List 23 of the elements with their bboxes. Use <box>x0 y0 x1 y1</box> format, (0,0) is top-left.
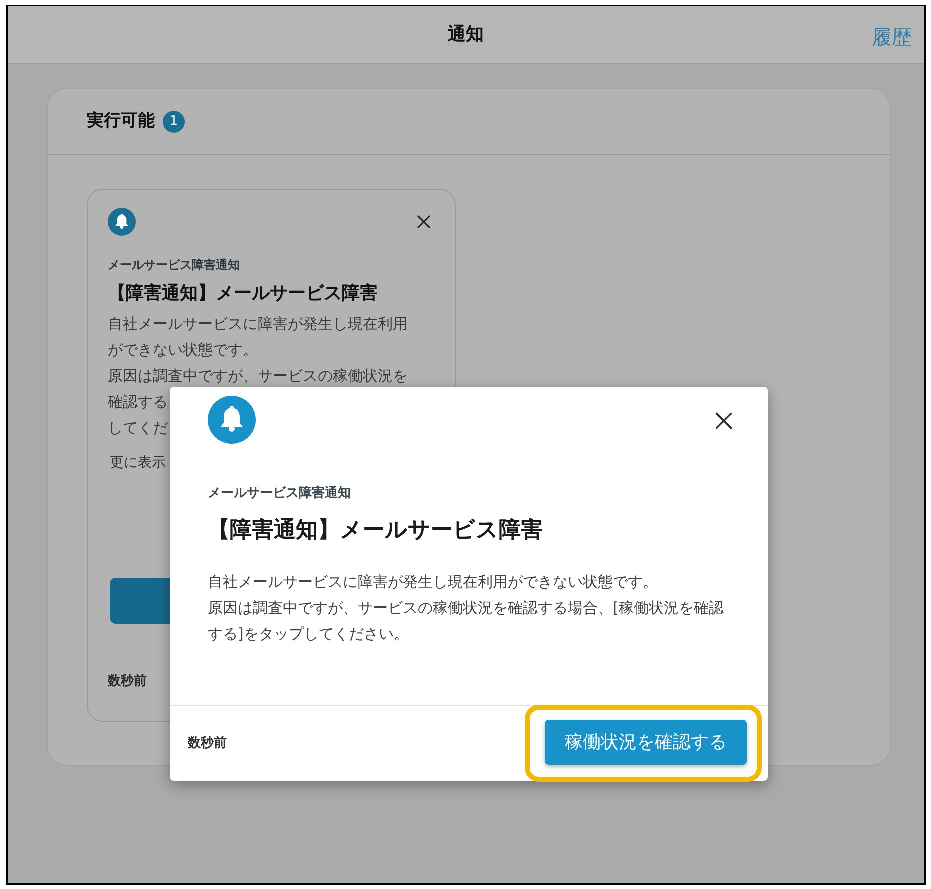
notification-title: 【障害通知】メールサービス障害 <box>108 282 379 306</box>
more-link[interactable]: 更に表示 <box>110 453 166 474</box>
confirm-status-button[interactable]: 稼働状況を確認する <box>545 720 747 765</box>
bell-icon <box>108 208 136 236</box>
close-button[interactable] <box>715 412 733 430</box>
dialog-message: 自社メールサービスに障害が発生し現在利用ができない状態です。 <box>208 572 659 592</box>
timestamp: 数秒前 <box>108 673 148 691</box>
page-title: 通知 <box>448 23 484 47</box>
body-text: してくだ <box>108 418 168 439</box>
bell-icon <box>208 396 256 444</box>
body-text: ができない状態です。 <box>108 340 258 361</box>
dialog-message: 原因は調査中ですが、サービスの稼働状況を確認する場合、[稼働状況を確認する]をタップしてください。 <box>208 598 725 644</box>
body-text: 自社メールサービスに障害が発生し現在利用 <box>108 314 408 335</box>
notification-category: メールサービス障害通知 <box>108 257 241 274</box>
count-badge: 1 <box>163 110 185 132</box>
section-title: 実行可能 <box>87 110 155 133</box>
timestamp: 数秒前 <box>188 734 227 753</box>
body-text: 確認する <box>108 392 168 413</box>
body-text: 原因は調査中ですが、サービスの稼働状況を <box>108 366 408 387</box>
close-button[interactable] <box>417 215 431 229</box>
history-link[interactable]: 履歴 <box>872 22 912 52</box>
dialog-category: メールサービス障害通知 <box>208 484 352 503</box>
dialog-title: 【障害通知】メールサービス障害 <box>208 516 544 544</box>
